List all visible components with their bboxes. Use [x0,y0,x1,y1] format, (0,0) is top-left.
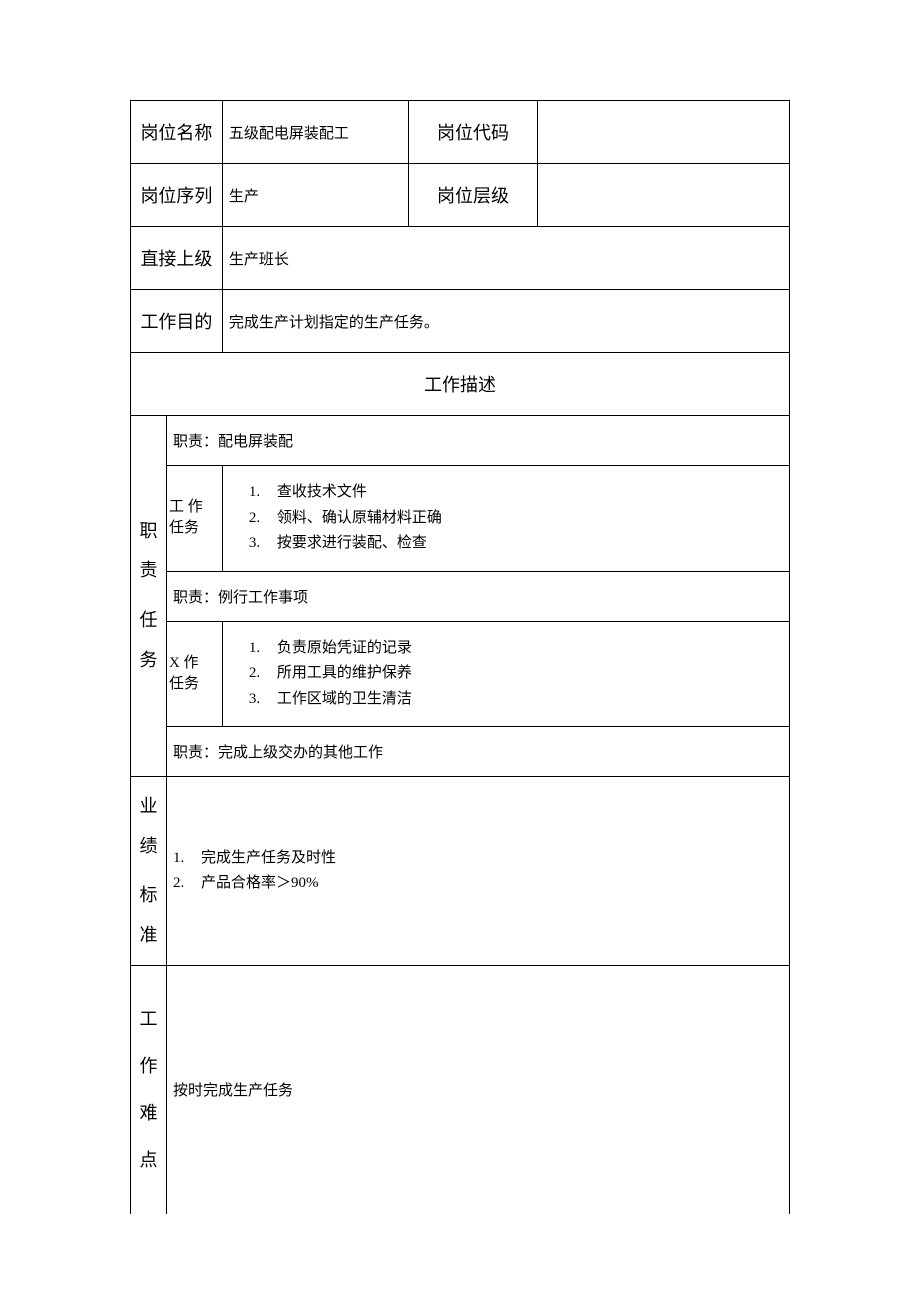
row-position-series: 岗位序列 生产 岗位层级 [131,164,790,227]
position-code-label: 岗位代码 [408,101,538,164]
position-series-value: 生产 [222,164,408,227]
position-level-label: 岗位层级 [408,164,538,227]
duties-label-line2: 任务 [133,601,164,680]
row-duty3-title: 职责：完成上级交办的其他工作 [131,727,790,777]
position-series-label: 岗位序列 [131,164,223,227]
list-item: 3.按要求进行装配、检查 [249,531,783,557]
purpose-label: 工作目的 [131,290,223,353]
list-item: 1.负责原始凭证的记录 [249,636,783,662]
row-supervisor: 直接上级 生产班长 [131,227,790,290]
duty2-title: 职责：例行工作事项 [166,571,789,621]
list-item: 3.工作区域的卫生清洁 [249,687,783,713]
duty1-tasks: 1.查收技术文件 2.领料、确认原辅材料正确 3.按要求进行装配、检查 [222,466,789,572]
position-level-value [538,164,790,227]
row-duty1-tasks: 工 作 任务 1.查收技术文件 2.领料、确认原辅材料正确 3.按要求进行装配、… [131,466,790,572]
position-name-value: 五级配电屏装配工 [222,101,408,164]
row-duty2-title: 职责：例行工作事项 [131,571,790,621]
duty1-title: 职责：配电屏装配 [166,416,789,466]
duty1-task-label: 工 作 任务 [166,466,222,572]
description-header: 工作描述 [131,353,790,416]
row-standards: 业绩 标准 1.完成生产任务及时性 2.产品合格率＞90% [131,777,790,966]
row-purpose: 工作目的 完成生产计划指定的生产任务。 [131,290,790,353]
supervisor-label: 直接上级 [131,227,223,290]
list-item: 2.领料、确认原辅材料正确 [249,506,783,532]
row-duty1-title: 职责 任务 职责：配电屏装配 [131,416,790,466]
duties-label: 职责 任务 [131,416,167,777]
row-description-header: 工作描述 [131,353,790,416]
duties-label-line1: 职责 [133,512,164,591]
purpose-value: 完成生产计划指定的生产任务。 [222,290,789,353]
duty2-task-label: X 作 任务 [166,621,222,727]
row-difficulty: 工 作 难 点 按时完成生产任务 [131,966,790,1214]
position-name-label: 岗位名称 [131,101,223,164]
duty3-title: 职责：完成上级交办的其他工作 [166,727,789,777]
list-item: 1.查收技术文件 [249,480,783,506]
difficulty-label: 工 作 难 点 [131,966,167,1214]
list-item: 1.完成生产任务及时性 [173,846,783,872]
row-position-name: 岗位名称 五级配电屏装配工 岗位代码 [131,101,790,164]
job-description-table: 岗位名称 五级配电屏装配工 岗位代码 岗位序列 生产 岗位层级 直接上级 生产班… [130,100,790,1214]
supervisor-value: 生产班长 [222,227,789,290]
list-item: 2.产品合格率＞90% [173,871,783,897]
list-item: 2.所用工具的维护保养 [249,661,783,687]
row-duty2-tasks: X 作 任务 1.负责原始凭证的记录 2.所用工具的维护保养 3.工作区域的卫生… [131,621,790,727]
standards-label: 业绩 标准 [131,777,167,966]
duty2-tasks: 1.负责原始凭证的记录 2.所用工具的维护保养 3.工作区域的卫生清洁 [222,621,789,727]
position-code-value [538,101,790,164]
difficulty-value: 按时完成生产任务 [166,966,789,1214]
standards-content: 1.完成生产任务及时性 2.产品合格率＞90% [166,777,789,966]
